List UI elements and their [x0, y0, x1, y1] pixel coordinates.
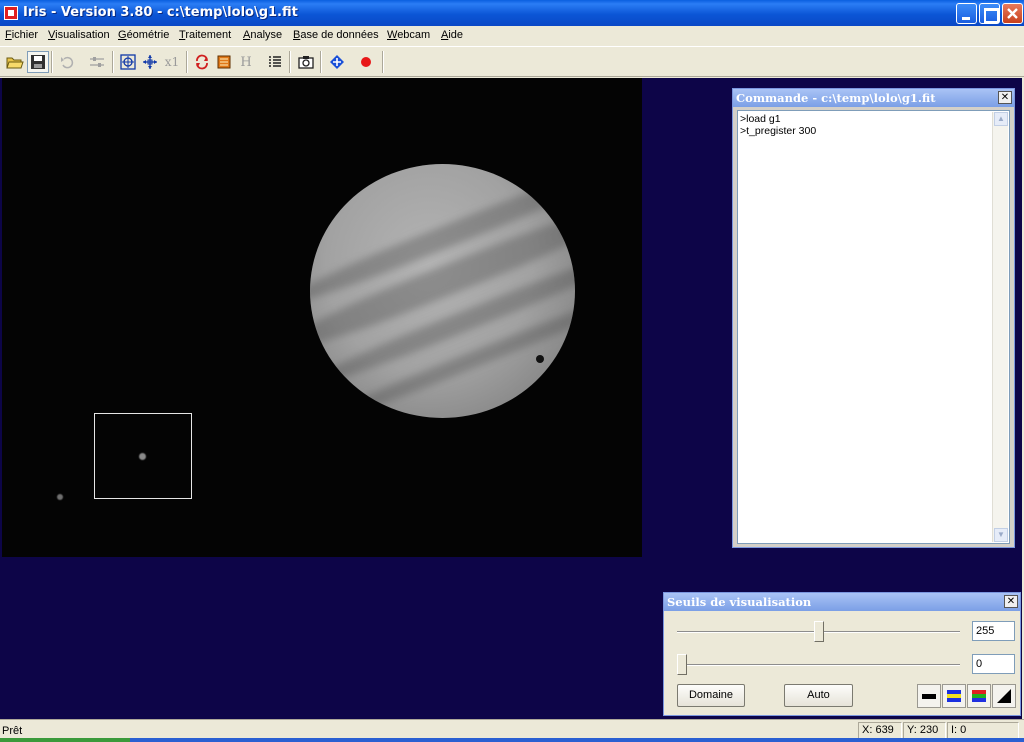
color-palette-button[interactable]: [942, 684, 966, 708]
toolbar-separator: [112, 51, 114, 73]
swap-button[interactable]: [191, 51, 213, 73]
thresholds-window-title-bar: Seuils de visualisation ✕: [664, 593, 1020, 611]
jupiter-planet: [310, 164, 575, 418]
open-button[interactable]: [4, 51, 26, 73]
high-threshold-slider[interactable]: [813, 621, 824, 642]
low-threshold-slider[interactable]: [677, 654, 687, 675]
menu-webcam[interactable]: Webcam: [387, 29, 430, 41]
crosshair-button[interactable]: [326, 51, 348, 73]
rgb-palette-icon: [972, 690, 986, 702]
zoom-fit-icon: [120, 54, 136, 70]
inverse-palette-button[interactable]: [992, 684, 1016, 708]
image-canvas[interactable]: [2, 78, 642, 557]
toolbar: x1 H: [0, 46, 1024, 77]
save-icon: [31, 55, 45, 69]
command-window-title-bar: Commande - c:\temp\lolo\g1.fit ✕: [733, 89, 1014, 107]
command-line: >t_pregister 300: [740, 125, 817, 137]
maximize-button[interactable]: [979, 3, 1000, 24]
iris-main-window: Iris - Version 3.80 - c:\temp\lolo\g1.fi…: [0, 0, 1024, 742]
moon: [57, 494, 63, 500]
close-icon: ✕: [1006, 596, 1016, 607]
adjust-button[interactable]: [86, 51, 108, 73]
menu-analyse[interactable]: Analyse: [243, 29, 282, 41]
image-button[interactable]: [213, 51, 235, 73]
move-button[interactable]: [139, 51, 161, 73]
zoom-x1-button[interactable]: x1: [161, 51, 183, 73]
menu-visualisation[interactable]: Visualisation: [48, 29, 110, 41]
grayscale-palette-icon: [922, 694, 936, 699]
adjust-icon: [90, 57, 104, 67]
zoom-fit-button[interactable]: [117, 51, 139, 73]
command-window-close-button[interactable]: ✕: [998, 91, 1012, 104]
menu-base-de-donnees[interactable]: Base de données: [293, 29, 379, 41]
histogram-button[interactable]: H: [235, 51, 257, 73]
cursor-x: X: 639: [858, 722, 902, 739]
pixel-intensity: I: 0: [947, 722, 1019, 739]
scroll-up-icon[interactable]: ▲: [994, 112, 1008, 126]
command-scrollbar[interactable]: ▲ ▼: [992, 112, 1008, 542]
zoom-x1-icon: x1: [164, 55, 180, 69]
toolbar-separator: [51, 51, 53, 73]
selection-rectangle[interactable]: [94, 413, 192, 499]
title-bar: Iris - Version 3.80 - c:\temp\lolo\g1.fi…: [0, 0, 1024, 26]
command-console[interactable]: >load g1 >t_pregister 300 ▲ ▼: [737, 110, 1010, 544]
list-icon: [269, 56, 281, 67]
menu-geometrie[interactable]: Géométrie: [118, 29, 169, 41]
iris-app-icon[interactable]: [4, 6, 18, 20]
inverse-palette-icon: [997, 689, 1011, 703]
move-icon: [143, 55, 157, 69]
save-button[interactable]: [27, 51, 49, 73]
list-button[interactable]: [264, 51, 286, 73]
moon-shadow: [536, 355, 544, 363]
minimize-button[interactable]: [956, 3, 977, 24]
cursor-y: Y: 230: [903, 722, 946, 739]
auto-button[interactable]: Auto: [784, 684, 853, 707]
color-palette-icon: [947, 690, 961, 702]
command-window-title: Commande - c:\temp\lolo\g1.fit: [736, 91, 936, 105]
swap-icon: [196, 54, 208, 70]
window-title: Iris - Version 3.80 - c:\temp\lolo\g1.fi…: [23, 5, 298, 20]
status-text: Prêt: [2, 725, 23, 737]
high-threshold-input[interactable]: [972, 621, 1015, 641]
histogram-icon: H: [240, 54, 252, 70]
image-icon: [217, 55, 231, 69]
undo-icon: [61, 56, 74, 69]
crosshair-icon: [330, 55, 344, 69]
command-window: Commande - c:\temp\lolo\g1.fit ✕ >load g…: [732, 88, 1015, 548]
low-threshold-input[interactable]: [972, 654, 1015, 674]
record-icon: [361, 57, 371, 67]
domain-button[interactable]: Domaine: [677, 684, 745, 707]
record-button[interactable]: [355, 51, 377, 73]
mdi-workspace: Commande - c:\temp\lolo\g1.fit ✕ >load g…: [0, 78, 1022, 719]
toolbar-separator: [186, 51, 188, 73]
toolbar-separator: [320, 51, 322, 73]
taskbar-edge: [0, 738, 1024, 742]
thresholds-window: Seuils de visualisation ✕ Domaine Auto: [663, 592, 1021, 716]
camera-button[interactable]: [295, 51, 317, 73]
menu-traitement[interactable]: Traitement: [179, 29, 231, 41]
menu-bar: Fichier Visualisation Géométrie Traiteme…: [0, 26, 1024, 46]
low-threshold-track: [677, 664, 960, 666]
scroll-down-icon[interactable]: ▼: [994, 528, 1008, 542]
close-icon: ✕: [1000, 92, 1010, 103]
menu-aide[interactable]: Aide: [441, 29, 463, 41]
undo-button[interactable]: [56, 51, 78, 73]
camera-icon: [298, 56, 314, 69]
toolbar-separator: [382, 51, 384, 73]
toolbar-separator: [289, 51, 291, 73]
thresholds-window-close-button[interactable]: ✕: [1004, 595, 1018, 608]
close-button[interactable]: [1002, 3, 1023, 24]
rgb-palette-button[interactable]: [967, 684, 991, 708]
menu-fichier[interactable]: Fichier: [5, 29, 38, 41]
thresholds-window-title: Seuils de visualisation: [667, 595, 812, 609]
command-line: >load g1: [740, 113, 781, 125]
grayscale-palette-button[interactable]: [917, 684, 941, 708]
close-icon: [1007, 8, 1018, 19]
open-folder-icon: [6, 57, 24, 69]
